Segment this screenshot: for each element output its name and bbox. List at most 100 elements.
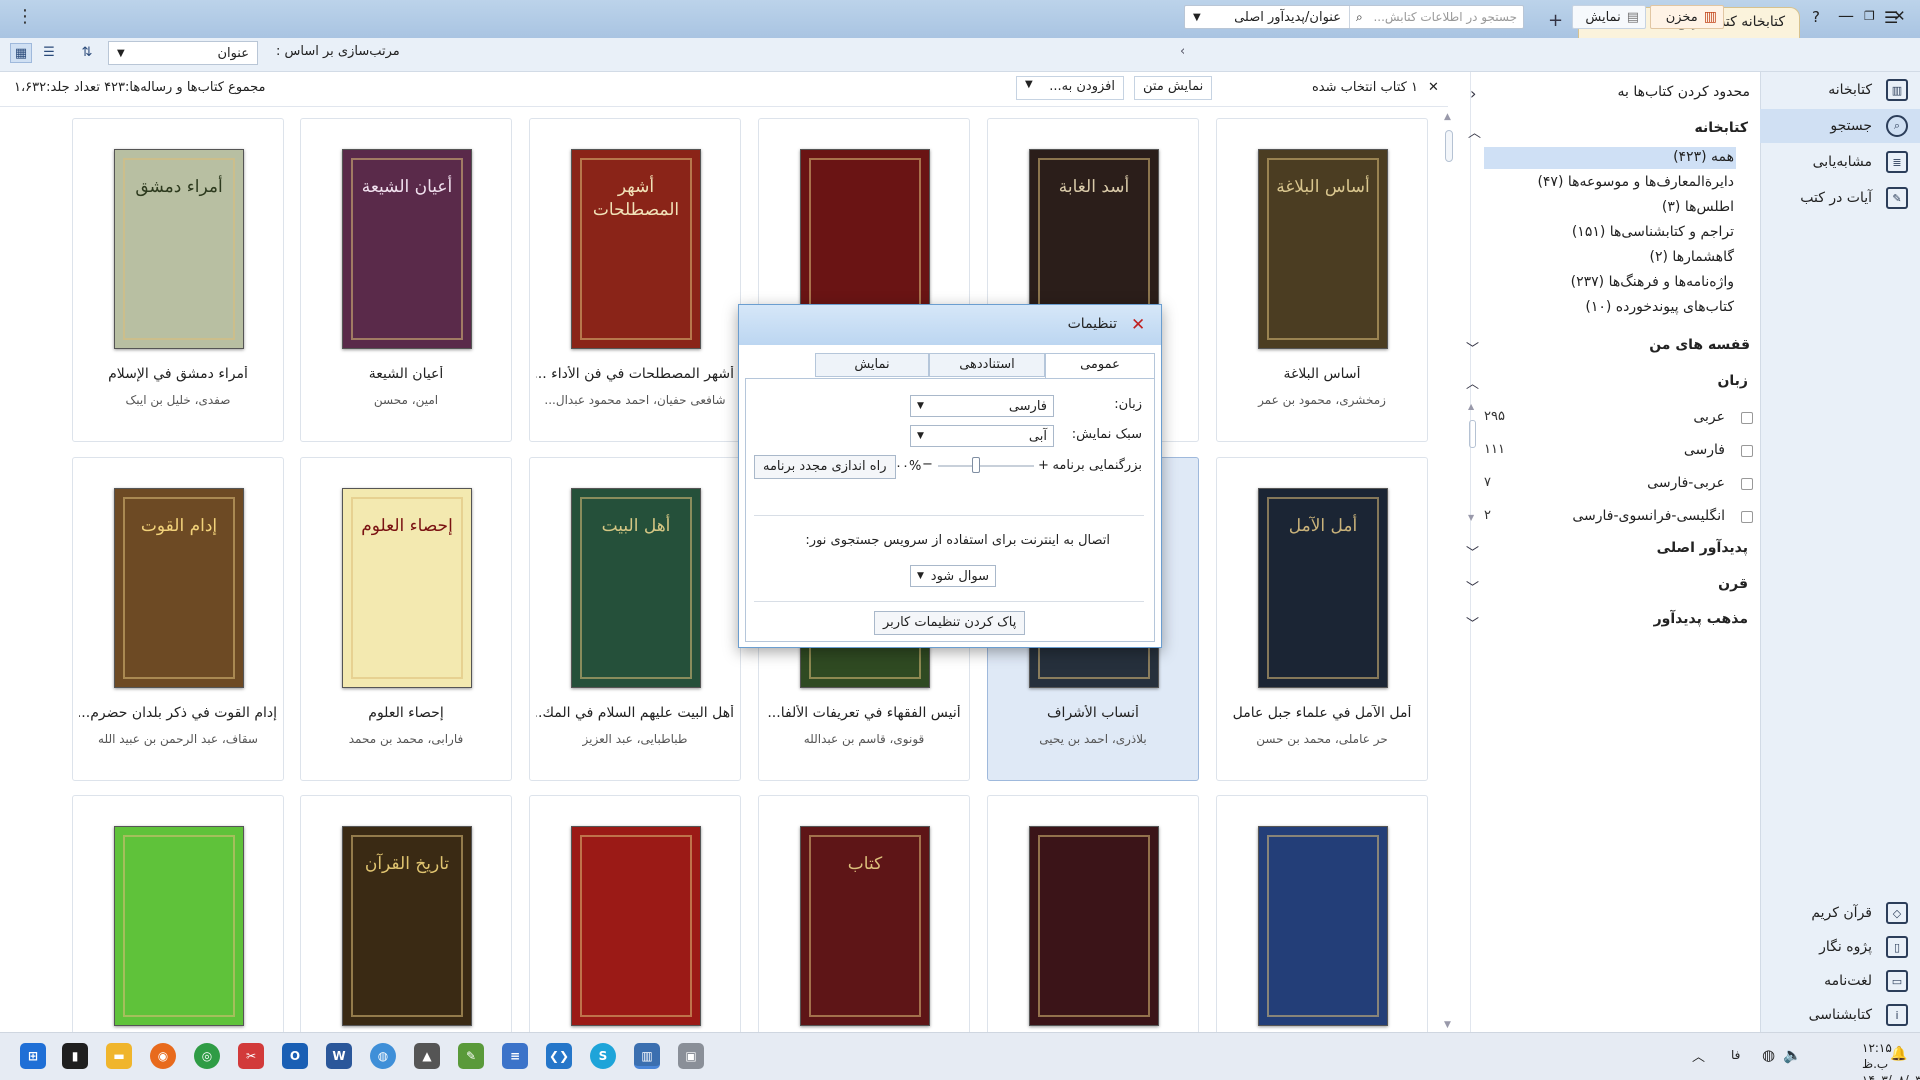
- chevron-up-icon[interactable]: ︿: [1466, 373, 1479, 392]
- book-card[interactable]: كتاب: [758, 795, 970, 1055]
- book-card[interactable]: أمراء دمشق أمراء دمشق في الإسلام صفدی، خلی…: [72, 118, 284, 442]
- grid-scrollbar[interactable]: ▲ ▼: [1442, 112, 1456, 1030]
- zoom-minus-icon[interactable]: −: [922, 457, 933, 472]
- book-cover[interactable]: أمل الآمل: [1258, 488, 1388, 688]
- book-card[interactable]: أهل البيت أهل البيت عليهم السلام في المك.…: [529, 457, 741, 781]
- zoom-slider-track[interactable]: [938, 465, 1034, 467]
- search-icon[interactable]: ⌕: [1350, 10, 1369, 25]
- app-icon-2[interactable]: ▣: [678, 1043, 704, 1069]
- app-icon[interactable]: ▲: [414, 1043, 440, 1069]
- chevron-down-icon[interactable]: ﹀: [1466, 613, 1479, 632]
- book-cover[interactable]: كتاب: [800, 826, 930, 1026]
- zoom-plus-icon[interactable]: +: [1038, 458, 1049, 473]
- maximize-button[interactable]: ❐: [1864, 9, 1875, 23]
- collapse-panel-icon[interactable]: ›: [1470, 84, 1476, 103]
- library-item[interactable]: تراجم و کتابشناسی‌ها (۱۵۱): [1572, 224, 1734, 240]
- book-card[interactable]: أعيان الشيعة أعيان الشيعة امین، محسن: [300, 118, 512, 442]
- snipping-tool-icon[interactable]: ✂: [238, 1043, 264, 1069]
- century-head[interactable]: قرن: [1718, 576, 1748, 592]
- book-card[interactable]: أساس البلاغة أساس البلاغة زمخشری، محمود بن…: [1216, 118, 1428, 442]
- book-cover[interactable]: أعيان الشيعة: [342, 149, 472, 349]
- book-card[interactable]: [529, 795, 741, 1055]
- tray-expand-icon[interactable]: ︿: [1692, 1046, 1705, 1065]
- nav-library[interactable]: ▥ کتابخانه: [1760, 73, 1920, 107]
- chevron-down-icon[interactable]: ﹀: [1466, 338, 1479, 357]
- notepad-plus-icon[interactable]: ✎: [458, 1043, 484, 1069]
- noor-library-icon[interactable]: ▥: [634, 1043, 660, 1069]
- nav-search[interactable]: ⌕ جستجو: [1760, 109, 1920, 143]
- minimize-button[interactable]: —: [1838, 6, 1854, 25]
- book-cover[interactable]: أهل البيت: [571, 488, 701, 688]
- show-text-button[interactable]: نمایش متن: [1134, 76, 1213, 100]
- sort-select[interactable]: عنوان ▼: [108, 41, 258, 65]
- nav-verses[interactable]: ✎ آیات در کتب: [1760, 181, 1920, 215]
- tab-makhzan[interactable]: ▥ مخزن: [1650, 5, 1724, 29]
- book-cover[interactable]: [114, 826, 244, 1026]
- clear-settings-button[interactable]: پاک کردن تنظیمات کاربر: [874, 611, 1026, 635]
- book-cover[interactable]: إدام القوت: [114, 488, 244, 688]
- book-cover[interactable]: تاريخ القرآن: [342, 826, 472, 1026]
- library-item[interactable]: اطلس‌ها (۳): [1662, 199, 1734, 215]
- library-item[interactable]: کتاب‌های پیوندخورده (۱۰): [1585, 299, 1734, 315]
- chrome-icon[interactable]: ◎: [194, 1043, 220, 1069]
- clear-selection-icon[interactable]: ✕: [1428, 80, 1439, 95]
- tab-general[interactable]: عمومی: [1045, 353, 1155, 379]
- book-card[interactable]: أمل الآمل أمل الآمل في علماء جبل عامل حر ع…: [1216, 457, 1428, 781]
- language-checkbox[interactable]: [1741, 478, 1753, 490]
- input-language[interactable]: فا: [1731, 1048, 1740, 1062]
- book-card[interactable]: إحصاء العلوم إحصاء العلوم فارابی، محمد بن …: [300, 457, 512, 781]
- firefox-icon[interactable]: ◉: [150, 1043, 176, 1069]
- language-checkbox[interactable]: [1741, 445, 1753, 457]
- scroll-down-icon[interactable]: ▼: [1444, 1020, 1451, 1030]
- book-cover[interactable]: أمراء دمشق: [114, 149, 244, 349]
- book-cover[interactable]: أساس البلاغة: [1258, 149, 1388, 349]
- add-tab-button[interactable]: +: [1548, 10, 1563, 31]
- restart-button[interactable]: راه اندازی مجدد برنامه: [754, 455, 896, 479]
- book-card[interactable]: [72, 795, 284, 1055]
- list-view-icon[interactable]: ☰: [38, 43, 60, 63]
- terminal-icon[interactable]: ▮: [62, 1043, 88, 1069]
- nav-bibliography[interactable]: i کتابشناسی: [1760, 998, 1920, 1032]
- book-card[interactable]: أشهر المصطلحات أشهر المصطلحات في فن الأدا…: [529, 118, 741, 442]
- skype-icon[interactable]: S: [590, 1043, 616, 1069]
- search-field-select[interactable]: عنوان/پدیدآور اصلی ▼: [1185, 6, 1350, 28]
- library-item[interactable]: همه (۴۲۳): [1673, 149, 1734, 165]
- tab-display[interactable]: نمایش: [815, 353, 929, 377]
- sort-direction-icon[interactable]: ⇅: [76, 43, 98, 63]
- app-menu-icon[interactable]: ⋮: [16, 6, 34, 27]
- library-item[interactable]: واژه‌نامه‌ها و فرهنگ‌ها (۲۳۷): [1571, 274, 1734, 290]
- internet-select[interactable]: سوال شود ▼: [910, 565, 996, 587]
- chevron-down-icon[interactable]: ﹀: [1466, 542, 1479, 561]
- book-cover[interactable]: [1029, 826, 1159, 1026]
- library-head[interactable]: کتابخانه: [1695, 120, 1748, 136]
- book-card[interactable]: [987, 795, 1199, 1055]
- nav-pazhuh-negar[interactable]: ▯ پژوه نگار: [1760, 930, 1920, 964]
- dialog-close-icon[interactable]: ✕: [1131, 315, 1145, 335]
- book-cover[interactable]: إحصاء العلوم: [342, 488, 472, 688]
- nav-similar[interactable]: ≣ مشابه‌یابی: [1760, 145, 1920, 179]
- search-input[interactable]: جستجو در اطلاعات کتابش... ⌕ عنوان/پدیدآو…: [1184, 5, 1524, 29]
- language-select[interactable]: فارسی ▼: [910, 395, 1054, 417]
- book-cover[interactable]: أشهر المصطلحات: [571, 149, 701, 349]
- language-scrollbar[interactable]: ▲ ▼: [1468, 402, 1478, 522]
- add-to-button[interactable]: افزودن به... ▼: [1016, 76, 1124, 100]
- language-checkbox[interactable]: [1741, 511, 1753, 523]
- chevron-up-icon[interactable]: ︿: [1468, 122, 1481, 141]
- style-select[interactable]: آبی ▼: [910, 425, 1054, 447]
- book-card[interactable]: إدام القوت إدام القوت في ذكر بلدان حضرم..…: [72, 457, 284, 781]
- windows-start-icon[interactable]: ⊞: [20, 1043, 46, 1069]
- library-item[interactable]: دایرةالمعارف‌ها و موسوعه‌ها (۴۷): [1537, 174, 1734, 190]
- author-head[interactable]: پدیدآور اصلی: [1657, 540, 1748, 556]
- chevron-down-icon[interactable]: ﹀: [1466, 577, 1479, 596]
- grid-view-icon[interactable]: ▦: [10, 43, 32, 63]
- globe-icon[interactable]: ◍: [370, 1043, 396, 1069]
- zoom-slider-thumb[interactable]: [972, 457, 980, 473]
- outlook-icon[interactable]: O: [282, 1043, 308, 1069]
- vscode-icon[interactable]: ❮❯: [546, 1043, 572, 1069]
- tray-network-volume-icons[interactable]: ◍🔈: [1762, 1046, 1810, 1064]
- madhhab-head[interactable]: مذهب پدیدآور: [1654, 611, 1748, 627]
- book-card[interactable]: [1216, 795, 1428, 1055]
- help-icon[interactable]: ?: [1812, 8, 1820, 26]
- notepad-icon[interactable]: ≡: [502, 1043, 528, 1069]
- book-card[interactable]: تاريخ القرآن: [300, 795, 512, 1055]
